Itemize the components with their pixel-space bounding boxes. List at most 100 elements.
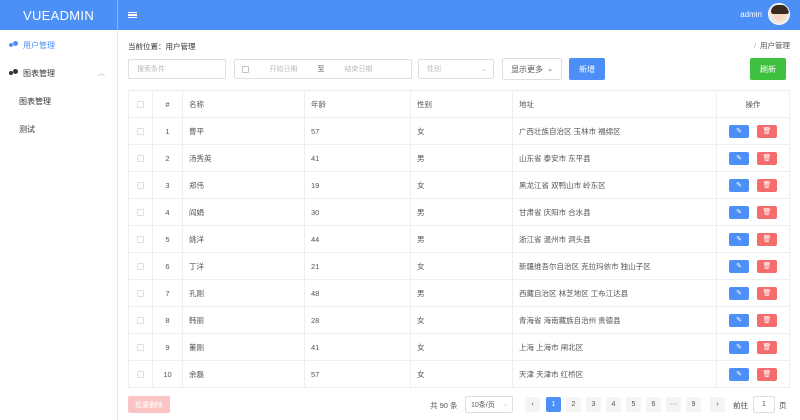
row-checkbox[interactable] [137, 154, 144, 162]
delete-button[interactable]: 🗑 [757, 205, 777, 219]
top-bar: VUEADMIN admin [0, 0, 800, 30]
row-name: 汤秀英 [183, 145, 305, 171]
row-select-cell [128, 280, 153, 306]
table-row: 3 郑伟 19 女黑龙江省 双鸭山市 岭东区 ✎ 🗑 [128, 172, 790, 199]
edit-button[interactable]: ✎ [729, 232, 749, 246]
edit-button[interactable]: ✎ [729, 259, 749, 273]
sidebar-subitem-chart[interactable]: 图表管理 [0, 87, 117, 115]
row-select-cell [128, 226, 153, 252]
row-checkbox[interactable] [137, 316, 144, 324]
row-select-cell [128, 118, 153, 144]
edit-icon: ✎ [736, 317, 742, 324]
page-button[interactable]: 9 [686, 397, 701, 412]
row-address: 上海 上海市 闸北区 [513, 334, 717, 360]
refresh-button[interactable]: 刷新 [750, 58, 786, 80]
edit-button[interactable]: ✎ [729, 340, 749, 354]
row-age: 57 [305, 118, 411, 144]
row-actions: ✎ 🗑 [717, 361, 790, 387]
row-index: 3 [153, 172, 183, 198]
sidebar-item-label: 用户管理 [23, 40, 55, 50]
breadcrumb: 当前位置：用户管理 [128, 41, 196, 52]
hamburger-icon[interactable] [128, 11, 137, 19]
row-actions: ✎ 🗑 [717, 145, 790, 171]
row-checkbox[interactable] [137, 262, 144, 270]
trash-icon: 🗑 [762, 263, 772, 270]
row-select-cell [128, 172, 153, 198]
row-gender: 男 [411, 280, 513, 306]
select-all-checkbox[interactable] [137, 100, 144, 108]
edit-button[interactable]: ✎ [729, 286, 749, 300]
total-count: 共 90 条 [430, 401, 458, 410]
search-input[interactable]: 搜索条件 [128, 59, 226, 79]
table-row: 5 姚洋 44 男浙江省 温州市 洞头县 ✎ 🗑 [128, 226, 790, 253]
delete-button[interactable]: 🗑 [757, 124, 777, 138]
page-ellipsis-button[interactable]: ··· [666, 397, 681, 412]
goto-page-value: 1 [762, 401, 766, 408]
row-select-cell [128, 199, 153, 225]
table-row: 7 孔刚 48 男西藏自治区 林芝地区 工布江达县 ✎ 🗑 [128, 280, 790, 307]
delete-button[interactable]: 🗑 [757, 178, 777, 192]
row-gender: 男 [411, 145, 513, 171]
row-select-cell [128, 253, 153, 279]
add-button[interactable]: 新增 [569, 58, 605, 80]
calendar-icon [242, 65, 249, 73]
batch-delete-button[interactable]: 批量删除 [128, 396, 170, 413]
avatar[interactable] [768, 3, 790, 25]
delete-button[interactable]: 🗑 [757, 340, 777, 354]
row-name: 丁洋 [183, 253, 305, 279]
prev-page-button[interactable]: ‹ [525, 397, 540, 412]
filter-bar: 搜索条件 开始日期 至 结束日期 性别 ⌄ 显示更多 ⌄ 新增 刷新 [128, 58, 790, 80]
gender-select[interactable]: 性别 ⌄ [418, 59, 494, 79]
row-index: 7 [153, 280, 183, 306]
page-button[interactable]: 3 [586, 397, 601, 412]
sidebar-item-label: 图表管理 [19, 96, 51, 106]
row-gender: 女 [411, 253, 513, 279]
row-checkbox[interactable] [137, 289, 144, 297]
show-more-button[interactable]: 显示更多 ⌄ [502, 58, 562, 80]
next-page-button[interactable]: › [710, 397, 725, 412]
page-button[interactable]: 4 [606, 397, 621, 412]
edit-button[interactable]: ✎ [729, 205, 749, 219]
delete-button[interactable]: 🗑 [757, 286, 777, 300]
page-button[interactable]: 6 [646, 397, 661, 412]
page-button[interactable]: 1 [546, 397, 561, 412]
row-checkbox[interactable] [137, 235, 144, 243]
user-menu[interactable]: admin [740, 3, 790, 25]
row-checkbox[interactable] [137, 181, 144, 189]
edit-button[interactable]: ✎ [729, 313, 749, 327]
delete-button[interactable]: 🗑 [757, 232, 777, 246]
delete-button[interactable]: 🗑 [757, 367, 777, 381]
row-actions: ✎ 🗑 [717, 118, 790, 144]
edit-icon: ✎ [736, 155, 742, 162]
edit-button[interactable]: ✎ [729, 178, 749, 192]
page-button[interactable]: 5 [626, 397, 641, 412]
sidebar-item-chart-management[interactable]: 图表管理 ︿ [0, 59, 117, 87]
edit-button[interactable]: ✎ [729, 367, 749, 381]
end-date-placeholder: 结束日期 [344, 66, 373, 73]
chevron-down-icon: ⌄ [481, 66, 487, 73]
row-checkbox[interactable] [137, 370, 144, 378]
delete-button[interactable]: 🗑 [757, 151, 777, 165]
row-checkbox[interactable] [137, 343, 144, 351]
table-row: 10 余磊 57 女天津 天津市 红桥区 ✎ 🗑 [128, 361, 790, 388]
row-age: 30 [305, 199, 411, 225]
row-checkbox[interactable] [137, 127, 144, 135]
edit-icon: ✎ [736, 236, 742, 243]
page-button[interactable]: 2 [566, 397, 581, 412]
row-index: 10 [153, 361, 183, 387]
table-row: 4 阎娟 30 男甘肃省 庆阳市 合水县 ✎ 🗑 [128, 199, 790, 226]
edit-button[interactable]: ✎ [729, 124, 749, 138]
date-range-picker[interactable]: 开始日期 至 结束日期 [234, 59, 412, 79]
row-checkbox[interactable] [137, 208, 144, 216]
sidebar-subitem-test[interactable]: 测试 [0, 115, 117, 143]
breadcrumb-right-current[interactable]: 用户管理 [760, 41, 790, 50]
edit-button[interactable]: ✎ [729, 151, 749, 165]
row-index: 1 [153, 118, 183, 144]
goto-page-input[interactable]: 1 [753, 396, 775, 413]
delete-button[interactable]: 🗑 [757, 259, 777, 273]
delete-button[interactable]: 🗑 [757, 313, 777, 327]
table-header: # 名称 年龄 性别 地址 操作 [128, 91, 790, 118]
trash-icon: 🗑 [762, 371, 772, 378]
page-size-select[interactable]: 10条/页 ⌄ [465, 396, 513, 413]
sidebar-item-user-management[interactable]: 用户管理 [0, 31, 117, 59]
